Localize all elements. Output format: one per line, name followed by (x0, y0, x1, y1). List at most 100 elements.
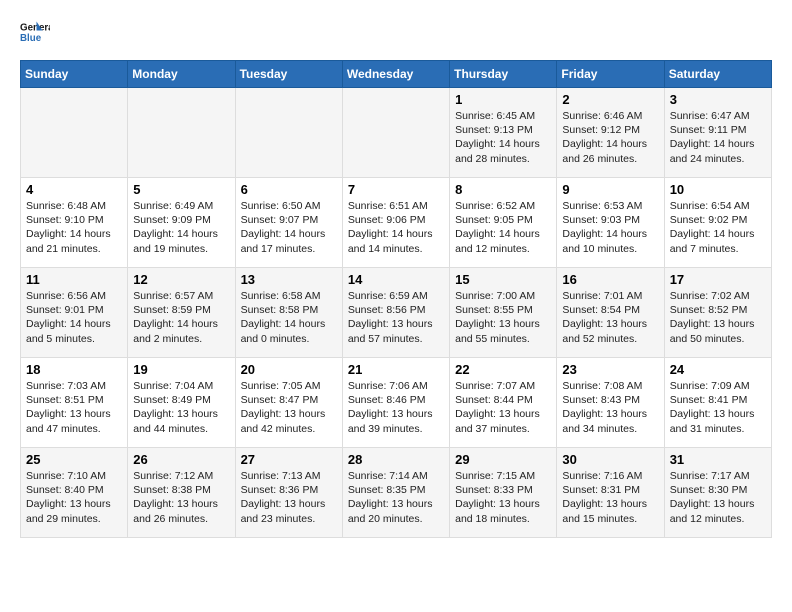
day-info: Sunrise: 7:08 AM Sunset: 8:43 PM Dayligh… (562, 379, 658, 436)
day-number: 12 (133, 272, 229, 287)
header-cell-sunday: Sunday (21, 61, 128, 88)
day-info: Sunrise: 6:58 AM Sunset: 8:58 PM Dayligh… (241, 289, 337, 346)
day-info: Sunrise: 7:05 AM Sunset: 8:47 PM Dayligh… (241, 379, 337, 436)
day-cell: 21 Sunrise: 7:06 AM Sunset: 8:46 PM Dayli… (342, 358, 449, 448)
calendar-body: 1 Sunrise: 6:45 AM Sunset: 9:13 PM Daylig… (21, 88, 772, 538)
day-cell: 9 Sunrise: 6:53 AM Sunset: 9:03 PM Daylig… (557, 178, 664, 268)
day-number: 22 (455, 362, 551, 377)
day-cell: 26Sunrise: 7:12 AM Sunset: 8:38 PM Dayli… (128, 448, 235, 538)
day-number: 11 (26, 272, 122, 287)
logo-icon: GeneralBlue (20, 20, 50, 50)
page-header: GeneralBlue (20, 20, 772, 50)
day-number: 29 (455, 452, 551, 467)
day-number: 3 (670, 92, 766, 107)
day-cell: 2 Sunrise: 6:46 AM Sunset: 9:12 PM Daylig… (557, 88, 664, 178)
day-cell (235, 88, 342, 178)
day-number: 10 (670, 182, 766, 197)
day-number: 7 (348, 182, 444, 197)
day-info: Sunrise: 6:54 AM Sunset: 9:02 PM Dayligh… (670, 199, 766, 256)
day-number: 15 (455, 272, 551, 287)
day-number: 31 (670, 452, 766, 467)
day-info: Sunrise: 6:47 AM Sunset: 9:11 PM Dayligh… (670, 109, 766, 166)
day-number: 16 (562, 272, 658, 287)
day-cell: 18 Sunrise: 7:03 AM Sunset: 8:51 PM Dayli… (21, 358, 128, 448)
day-info: Sunrise: 6:53 AM Sunset: 9:03 PM Dayligh… (562, 199, 658, 256)
day-cell: 5Sunrise: 6:49 AM Sunset: 9:09 PM Daylig… (128, 178, 235, 268)
day-cell (128, 88, 235, 178)
day-cell: 30Sunrise: 7:16 AM Sunset: 8:31 PM Dayli… (557, 448, 664, 538)
day-cell: 25 Sunrise: 7:10 AM Sunset: 8:40 PM Dayli… (21, 448, 128, 538)
week-row-1: 1 Sunrise: 6:45 AM Sunset: 9:13 PM Daylig… (21, 88, 772, 178)
day-info: Sunrise: 6:49 AM Sunset: 9:09 PM Dayligh… (133, 199, 229, 256)
day-number: 2 (562, 92, 658, 107)
day-cell: 24 Sunrise: 7:09 AM Sunset: 8:41 PM Dayli… (664, 358, 771, 448)
day-number: 6 (241, 182, 337, 197)
header-cell-tuesday: Tuesday (235, 61, 342, 88)
day-info: Sunrise: 6:51 AM Sunset: 9:06 PM Dayligh… (348, 199, 444, 256)
day-info: Sunrise: 6:52 AM Sunset: 9:05 PM Dayligh… (455, 199, 551, 256)
day-info: Sunrise: 7:02 AM Sunset: 8:52 PM Dayligh… (670, 289, 766, 346)
day-number: 17 (670, 272, 766, 287)
day-info: Sunrise: 6:56 AM Sunset: 9:01 PM Dayligh… (26, 289, 122, 346)
day-info: Sunrise: 6:50 AM Sunset: 9:07 PM Dayligh… (241, 199, 337, 256)
day-cell: 29 Sunrise: 7:15 AM Sunset: 8:33 PM Dayli… (450, 448, 557, 538)
day-info: Sunrise: 7:07 AM Sunset: 8:44 PM Dayligh… (455, 379, 551, 436)
day-cell: 14 Sunrise: 6:59 AM Sunset: 8:56 PM Dayli… (342, 268, 449, 358)
day-cell: 19 Sunrise: 7:04 AM Sunset: 8:49 PM Dayli… (128, 358, 235, 448)
day-number: 21 (348, 362, 444, 377)
day-cell: 11 Sunrise: 6:56 AM Sunset: 9:01 PM Dayli… (21, 268, 128, 358)
header-cell-wednesday: Wednesday (342, 61, 449, 88)
day-number: 8 (455, 182, 551, 197)
week-row-5: 25 Sunrise: 7:10 AM Sunset: 8:40 PM Dayli… (21, 448, 772, 538)
day-info: Sunrise: 7:10 AM Sunset: 8:40 PM Dayligh… (26, 469, 122, 526)
day-cell: 27Sunrise: 7:13 AM Sunset: 8:36 PM Dayli… (235, 448, 342, 538)
calendar-header: SundayMondayTuesdayWednesdayThursdayFrid… (21, 61, 772, 88)
day-info: Sunrise: 7:17 AM Sunset: 8:30 PM Dayligh… (670, 469, 766, 526)
day-cell: 23Sunrise: 7:08 AM Sunset: 8:43 PM Dayli… (557, 358, 664, 448)
day-info: Sunrise: 7:00 AM Sunset: 8:55 PM Dayligh… (455, 289, 551, 346)
day-info: Sunrise: 7:06 AM Sunset: 8:46 PM Dayligh… (348, 379, 444, 436)
day-info: Sunrise: 6:59 AM Sunset: 8:56 PM Dayligh… (348, 289, 444, 346)
day-info: Sunrise: 7:04 AM Sunset: 8:49 PM Dayligh… (133, 379, 229, 436)
day-cell: 22 Sunrise: 7:07 AM Sunset: 8:44 PM Dayli… (450, 358, 557, 448)
day-cell: 13 Sunrise: 6:58 AM Sunset: 8:58 PM Dayli… (235, 268, 342, 358)
day-info: Sunrise: 7:09 AM Sunset: 8:41 PM Dayligh… (670, 379, 766, 436)
day-number: 13 (241, 272, 337, 287)
day-cell: 16 Sunrise: 7:01 AM Sunset: 8:54 PM Dayli… (557, 268, 664, 358)
day-number: 19 (133, 362, 229, 377)
week-row-4: 18 Sunrise: 7:03 AM Sunset: 8:51 PM Dayli… (21, 358, 772, 448)
day-cell (342, 88, 449, 178)
day-info: Sunrise: 7:13 AM Sunset: 8:36 PM Dayligh… (241, 469, 337, 526)
day-cell: 3 Sunrise: 6:47 AM Sunset: 9:11 PM Daylig… (664, 88, 771, 178)
day-cell: 12 Sunrise: 6:57 AM Sunset: 8:59 PM Dayli… (128, 268, 235, 358)
day-info: Sunrise: 7:15 AM Sunset: 8:33 PM Dayligh… (455, 469, 551, 526)
header-cell-thursday: Thursday (450, 61, 557, 88)
day-number: 20 (241, 362, 337, 377)
day-cell: 20 Sunrise: 7:05 AM Sunset: 8:47 PM Dayli… (235, 358, 342, 448)
day-cell: 4Sunrise: 6:48 AM Sunset: 9:10 PM Daylig… (21, 178, 128, 268)
week-row-2: 4Sunrise: 6:48 AM Sunset: 9:10 PM Daylig… (21, 178, 772, 268)
day-info: Sunrise: 7:01 AM Sunset: 8:54 PM Dayligh… (562, 289, 658, 346)
calendar-table: SundayMondayTuesdayWednesdayThursdayFrid… (20, 60, 772, 538)
day-cell: 17 Sunrise: 7:02 AM Sunset: 8:52 PM Dayli… (664, 268, 771, 358)
day-number: 9 (562, 182, 658, 197)
day-cell (21, 88, 128, 178)
day-number: 18 (26, 362, 122, 377)
header-cell-friday: Friday (557, 61, 664, 88)
day-number: 30 (562, 452, 658, 467)
day-number: 25 (26, 452, 122, 467)
day-cell: 10 Sunrise: 6:54 AM Sunset: 9:02 PM Dayli… (664, 178, 771, 268)
day-number: 1 (455, 92, 551, 107)
svg-text:Blue: Blue (20, 33, 42, 44)
day-info: Sunrise: 6:57 AM Sunset: 8:59 PM Dayligh… (133, 289, 229, 346)
day-cell: 1 Sunrise: 6:45 AM Sunset: 9:13 PM Daylig… (450, 88, 557, 178)
day-number: 28 (348, 452, 444, 467)
day-number: 24 (670, 362, 766, 377)
day-info: Sunrise: 7:03 AM Sunset: 8:51 PM Dayligh… (26, 379, 122, 436)
logo: GeneralBlue (20, 20, 50, 50)
header-cell-monday: Monday (128, 61, 235, 88)
day-info: Sunrise: 6:46 AM Sunset: 9:12 PM Dayligh… (562, 109, 658, 166)
day-number: 14 (348, 272, 444, 287)
header-cell-saturday: Saturday (664, 61, 771, 88)
day-info: Sunrise: 6:45 AM Sunset: 9:13 PM Dayligh… (455, 109, 551, 166)
